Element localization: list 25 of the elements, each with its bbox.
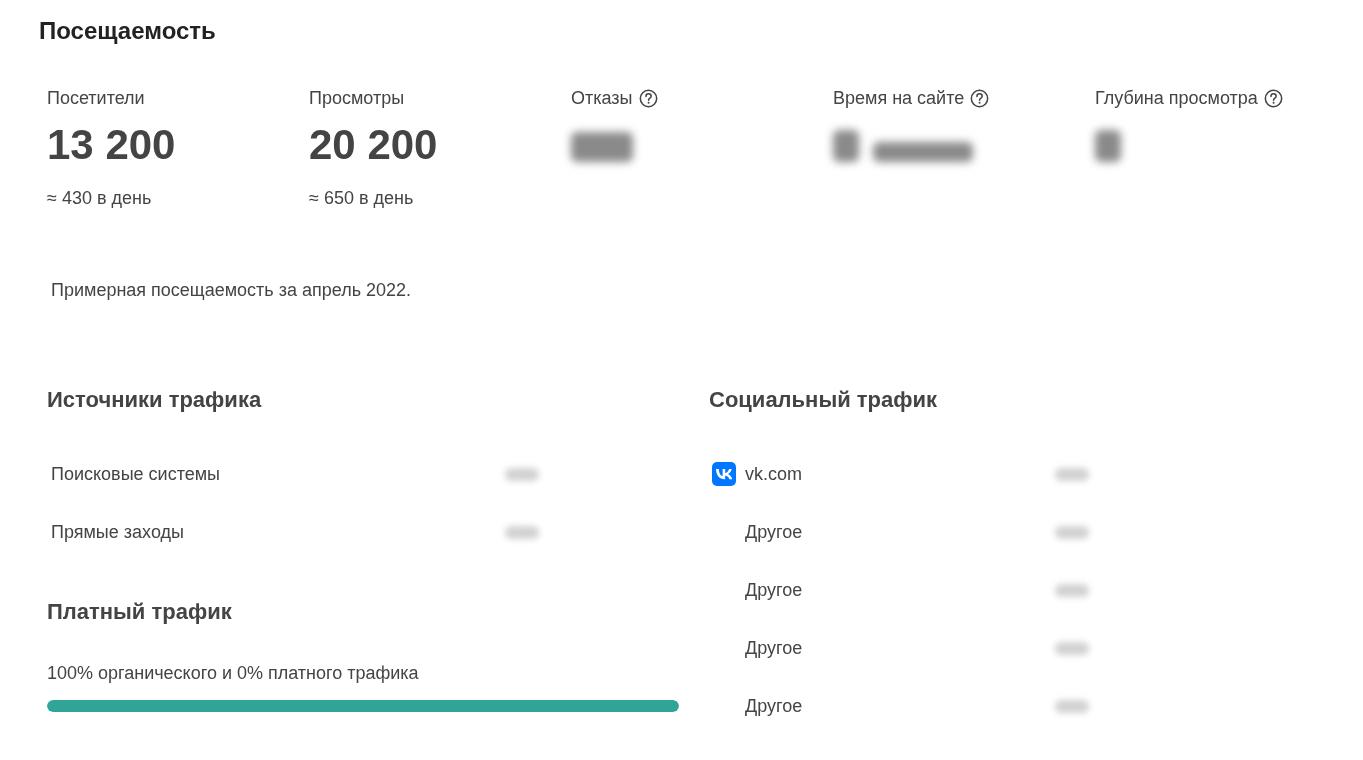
help-icon[interactable] xyxy=(638,88,658,108)
metric-label: Время на сайте xyxy=(833,87,965,110)
social-source-label: Другое xyxy=(745,637,803,658)
metric-label: Отказы xyxy=(571,87,633,110)
note-text: Примерная посещаемость за апрель 2022. xyxy=(51,279,412,302)
page-title: Посещаемость xyxy=(39,16,216,46)
per-day-text: ≈ 650 в день xyxy=(309,187,414,210)
section-heading: Социальный трафик xyxy=(709,386,938,414)
social-source-label: Другое xyxy=(745,579,803,600)
help-icon[interactable] xyxy=(970,88,990,108)
metric-value: 13 200 xyxy=(47,120,176,170)
paid-traffic-caption: 100% органического и 0% платного трафика xyxy=(47,662,419,685)
metric-value: 20 200 xyxy=(309,120,438,170)
source-label: Прямые заходы xyxy=(51,521,184,542)
metric-label: Посетители xyxy=(47,87,145,110)
help-icon[interactable] xyxy=(1263,88,1283,108)
social-source-label: vk.com xyxy=(745,463,802,484)
section-heading: Платный трафик xyxy=(47,598,232,626)
social-source-label: Другое xyxy=(745,521,803,542)
metric-label: Глубина просмотра xyxy=(1095,87,1258,110)
metric-label: Просмотры xyxy=(309,87,405,110)
social-source-label: Другое xyxy=(745,695,803,716)
source-label: Поисковые системы xyxy=(51,463,221,484)
section-heading: Источники трафика xyxy=(47,386,262,414)
per-day-text: ≈ 430 в день xyxy=(47,187,152,210)
